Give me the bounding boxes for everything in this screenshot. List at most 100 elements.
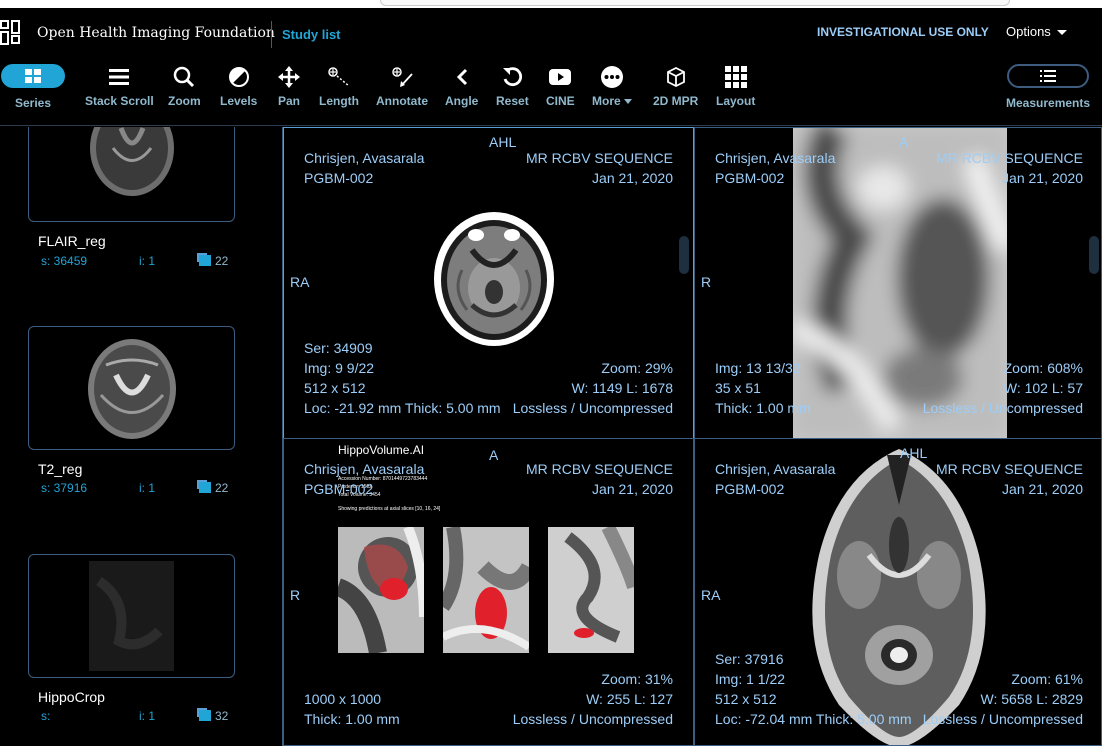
report-title: HippoVolume.AI — [338, 443, 425, 457]
patient-id: PGBM-002 — [304, 481, 374, 497]
series-name: HippoCrop — [38, 689, 105, 705]
angle-icon — [456, 68, 467, 86]
instance-number: i: 1 — [139, 709, 156, 723]
orientation-top: A — [899, 134, 909, 150]
series-name: T2_reg — [38, 461, 83, 477]
header-divider — [271, 21, 272, 48]
axial-brain-image — [434, 212, 554, 346]
options-menu[interactable]: Options — [1006, 24, 1067, 39]
series-info: s: i: 1 32 — [41, 709, 228, 723]
series-number: Ser: 34909 — [304, 340, 373, 356]
app-header: Open Health Imaging Foundation Study lis… — [0, 8, 1102, 58]
adjust-icon — [228, 67, 249, 87]
reset-label: Reset — [496, 94, 529, 108]
list-icon — [1040, 70, 1057, 82]
series-thumbnail-flair[interactable] — [28, 127, 235, 222]
viewport-3[interactable]: HippoVolume.AI Accession Number: 8701449… — [283, 438, 694, 746]
mpr-label: 2D MPR — [653, 94, 699, 108]
patient-id: PGBM-002 — [715, 481, 785, 497]
study-date: Jan 21, 2020 — [592, 170, 673, 186]
series-thumbnail-hippocrop[interactable] — [28, 554, 235, 678]
compression: Lossless / Uncompressed — [512, 400, 673, 416]
thickness: Thick: 1.00 mm — [715, 400, 811, 416]
pan-label: Pan — [277, 94, 300, 108]
orientation-top: AHL — [489, 134, 517, 150]
series-button[interactable]: Series — [1, 64, 65, 110]
cine-label: CINE — [546, 94, 575, 108]
viewport-grid: AHL RA Chrisjen, Avasarala PGBM-002 MR R… — [283, 127, 1102, 746]
frame-count: 22 — [199, 481, 228, 495]
cube-icon — [666, 66, 685, 88]
patient-name: Chrisjen, Avasarala — [304, 461, 425, 477]
measurements-button[interactable]: Measurements — [1006, 64, 1090, 110]
dimensions: 35 x 51 — [715, 380, 761, 396]
mpr-button[interactable]: 2D MPR — [653, 64, 698, 108]
window-level: W: 1149 L: 1678 — [571, 380, 673, 396]
layout-label: Layout — [716, 94, 756, 108]
top-left-overlay: Chrisjen, Avasarala PGBM-002 — [304, 148, 424, 188]
flair-thumbnail-image — [71, 127, 193, 210]
study-list-link[interactable]: Study list — [282, 27, 341, 42]
orientation-top: A — [489, 447, 499, 463]
dimensions: 1000 x 1000 — [304, 691, 382, 707]
ruler-icon — [328, 67, 350, 87]
series-info: s: 36459 i: 1 22 — [41, 254, 228, 268]
reset-button[interactable]: Reset — [496, 64, 529, 108]
viewport-scrollbar[interactable] — [679, 236, 689, 274]
series-description: MR RCBV SEQUENCE — [935, 150, 1083, 166]
ohif-logo-icon — [0, 20, 22, 48]
top-right-overlay: MR RCBV SEQUENCE Jan 21, 2020 — [936, 148, 1083, 188]
top-right-overlay: MR RCBV SEQUENCE Jan 21, 2020 — [526, 148, 673, 188]
bottom-left-overlay: Ser: 37916 Img: 1 1/22 512 x 512 Loc: -7… — [715, 649, 912, 729]
viewport-2[interactable]: A R Chrisjen, Avasarala PGBM-002 MR RCBV… — [694, 127, 1102, 439]
compression: Lossless / Uncompressed — [922, 400, 1083, 416]
orientation-left: R — [701, 274, 712, 290]
layout-button[interactable]: Layout — [716, 64, 755, 108]
search-icon — [174, 66, 195, 88]
prediction-slice-3 — [548, 527, 634, 653]
stack-icon — [199, 710, 211, 721]
zoom-level: Zoom: 31% — [601, 671, 673, 687]
bars-icon — [109, 69, 130, 85]
series-sidebar: FLAIR_reg s: 36459 i: 1 22 T2_reg s: 379… — [0, 127, 283, 746]
toolbar: Series Stack Scroll Zoom Levels Pan Leng… — [0, 58, 1102, 126]
bottom-left-overlay: 1000 x 1000 Thick: 1.00 mm — [304, 689, 400, 729]
annotate-button[interactable]: Annotate — [376, 64, 428, 108]
series-number: s: 37916 — [41, 481, 88, 495]
series-number: s: — [41, 709, 51, 723]
series-description: MR RCBV SEQUENCE — [525, 150, 673, 166]
series-info: s: 37916 i: 1 22 — [41, 481, 228, 495]
cine-button[interactable]: CINE — [546, 64, 575, 108]
grid-icon — [724, 66, 747, 88]
study-date: Jan 21, 2020 — [592, 481, 673, 497]
dimensions: 512 x 512 — [715, 691, 777, 707]
orientation-left: RA — [290, 274, 310, 290]
study-date: Jan 21, 2020 — [1002, 481, 1083, 497]
levels-button[interactable]: Levels — [220, 64, 257, 108]
bottom-left-overlay: Ser: 34909 Img: 9 9/22 512 x 512 Loc: -2… — [304, 338, 501, 418]
patient-name: Chrisjen, Avasarala — [715, 461, 836, 477]
undo-icon — [503, 67, 523, 87]
zoom-button[interactable]: Zoom — [168, 64, 201, 108]
instance-number: i: 1 — [139, 481, 156, 495]
top-right-overlay: MR RCBV SEQUENCE Jan 21, 2020 — [526, 459, 673, 499]
viewport-scrollbar[interactable] — [1089, 236, 1099, 274]
series-description: MR RCBV SEQUENCE — [935, 461, 1083, 477]
pan-button[interactable]: Pan — [276, 64, 302, 108]
stack-icon — [199, 482, 211, 493]
bottom-right-overlay: Zoom: 31% W: 255 L: 127 Lossless / Uncom… — [513, 669, 673, 729]
length-button[interactable]: Length — [319, 64, 359, 108]
stack-icon — [199, 255, 211, 266]
patient-name: Chrisjen, Avasarala — [715, 150, 836, 166]
options-label: Options — [1006, 24, 1051, 39]
viewport-4[interactable]: AHL RA Chrisjen, Avasarala PGBM-002 MR R… — [694, 438, 1102, 746]
viewport-1[interactable]: AHL RA Chrisjen, Avasarala PGBM-002 MR R… — [283, 127, 694, 439]
stack-scroll-button[interactable]: Stack Scroll — [85, 64, 154, 108]
t2-thumbnail-image — [71, 335, 193, 443]
top-left-overlay: Chrisjen, Avasarala PGBM-002 — [715, 459, 835, 499]
instance-number: i: 1 — [139, 254, 156, 268]
more-button[interactable]: More — [592, 64, 633, 108]
patient-name: Chrisjen, Avasarala — [304, 150, 425, 166]
angle-button[interactable]: Angle — [445, 64, 478, 108]
series-thumbnail-t2[interactable] — [28, 326, 235, 450]
